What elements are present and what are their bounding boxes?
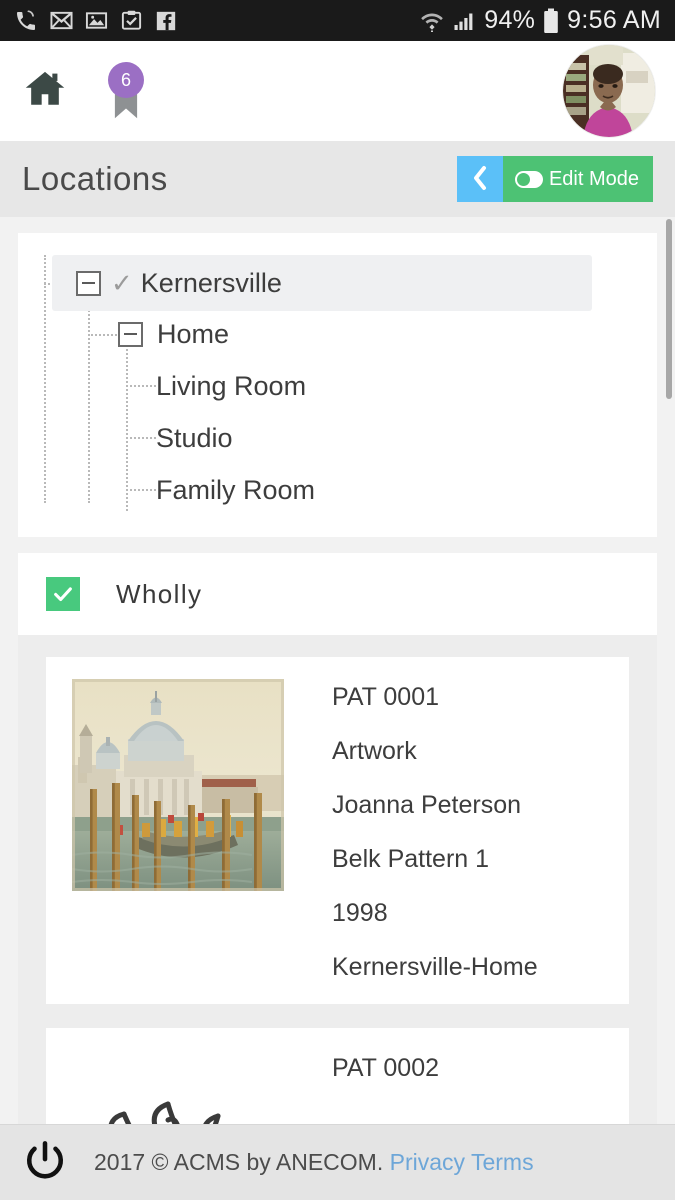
check-icon	[54, 587, 72, 602]
item-fields: PAT 0002	[284, 1050, 439, 1124]
page-title: Locations	[22, 160, 168, 197]
tree-expander-minus-icon[interactable]	[76, 270, 101, 296]
tree-node-studio[interactable]: Studio	[156, 410, 233, 466]
battery-percent: 94%	[484, 6, 536, 34]
items-list: PAT 0001 Artwork Joanna Peterson Belk Pa…	[18, 635, 657, 1124]
screen: 94% 9:56 AM 6 Locations Edit Mode ✓ Kern…	[0, 0, 675, 1200]
android-status-bar: 94% 9:56 AM	[0, 0, 675, 41]
item-card[interactable]: PAT 0002	[46, 1028, 629, 1124]
page-title-bar: Locations Edit Mode	[0, 141, 675, 217]
status-bar-system: 94% 9:56 AM	[420, 6, 661, 35]
clipboard-check-icon	[120, 9, 143, 32]
avatar-photo	[563, 45, 655, 137]
item-fields: PAT 0001 Artwork Joanna Peterson Belk Pa…	[284, 679, 538, 982]
bookmark-button[interactable]: 6	[96, 56, 156, 126]
status-bar-notifications	[14, 9, 177, 33]
title-bar-actions: Edit Mode	[456, 156, 653, 202]
home-button[interactable]	[20, 66, 70, 116]
cell-signal-icon	[452, 9, 476, 33]
power-icon	[24, 1139, 66, 1186]
item-code: PAT 0002	[332, 1054, 440, 1082]
tree-node-label: Family Room	[156, 474, 316, 505]
avatar[interactable]	[563, 45, 655, 137]
edit-mode-label: Edit Mode	[548, 167, 639, 190]
location-tree-card: ✓ Kernersville Home Living Room Studio F…	[18, 233, 657, 537]
wholly-section-card: Wholly PAT 0001 Artwork Joanna Peterson …	[18, 553, 657, 1124]
tree-node-label: Kernersville	[140, 267, 282, 298]
back-button[interactable]	[456, 156, 503, 202]
tree-node-label: Studio	[156, 422, 233, 453]
tree-node-home[interactable]: Home	[118, 306, 229, 362]
content-scroll-area[interactable]: ✓ Kernersville Home Living Room Studio F…	[0, 217, 675, 1124]
tree-node-family-room[interactable]: Family Room	[156, 462, 315, 518]
wholly-header: Wholly	[18, 553, 657, 635]
privacy-terms-link[interactable]: Privacy Terms	[390, 1149, 534, 1175]
vertical-scrollbar[interactable]	[666, 219, 672, 399]
venice-painting-thumbnail[interactable]	[72, 679, 284, 891]
tree-guide-line	[88, 283, 90, 503]
tree-guide-line	[126, 437, 156, 439]
item-location: Kernersville-Home	[332, 953, 538, 981]
power-button[interactable]	[22, 1140, 68, 1186]
wholly-label: Wholly	[116, 578, 203, 609]
tree-node-kernersville[interactable]: ✓ Kernersville	[52, 255, 592, 311]
copyright-text: 2017 © ACMS by ANECOM.	[94, 1149, 384, 1175]
artwork-image	[72, 679, 284, 891]
item-card[interactable]: PAT 0001 Artwork Joanna Peterson Belk Pa…	[46, 657, 629, 1004]
artwork-image	[72, 1050, 284, 1124]
screenshot-icon	[85, 9, 108, 32]
wholly-checkbox[interactable]	[46, 577, 80, 611]
home-icon	[22, 68, 68, 115]
bookmark-count-badge: 6	[108, 62, 144, 98]
location-tree: ✓ Kernersville Home Living Room Studio F…	[18, 255, 657, 511]
tree-node-label: Home	[157, 318, 230, 349]
edit-mode-toggle-button[interactable]: Edit Mode	[502, 156, 653, 202]
tree-expander-minus-icon[interactable]	[118, 321, 143, 347]
tree-guide-line	[88, 334, 120, 336]
battery-icon	[543, 8, 559, 34]
tree-node-label: Living Room	[156, 370, 307, 401]
app-header: 6	[0, 41, 675, 141]
item-year: 1998	[332, 899, 388, 927]
toggle-on-icon	[514, 170, 543, 188]
item-category: Artwork	[332, 737, 417, 765]
tree-guide-line	[126, 385, 156, 387]
footer-bar: 2017 © ACMS by ANECOM. Privacy Terms	[0, 1124, 675, 1200]
tree-guide-line	[126, 489, 156, 491]
tree-node-check-icon: ✓	[111, 268, 133, 298]
item-code: PAT 0001	[332, 683, 440, 711]
tree-node-living-room[interactable]: Living Room	[156, 358, 306, 414]
clock: 9:56 AM	[567, 6, 661, 34]
wifi-calling-icon	[14, 9, 38, 33]
tree-guide-line	[44, 255, 46, 503]
mail-icon	[50, 9, 73, 32]
wifi-icon	[420, 9, 444, 33]
item-person: Joanna Peterson	[332, 791, 522, 819]
ornament-scroll-thumbnail[interactable]	[72, 1050, 284, 1124]
chevron-left-icon	[471, 164, 489, 195]
facebook-icon	[155, 10, 177, 32]
item-pattern: Belk Pattern 1	[332, 845, 490, 873]
footer-text: 2017 © ACMS by ANECOM. Privacy Terms	[94, 1149, 534, 1176]
